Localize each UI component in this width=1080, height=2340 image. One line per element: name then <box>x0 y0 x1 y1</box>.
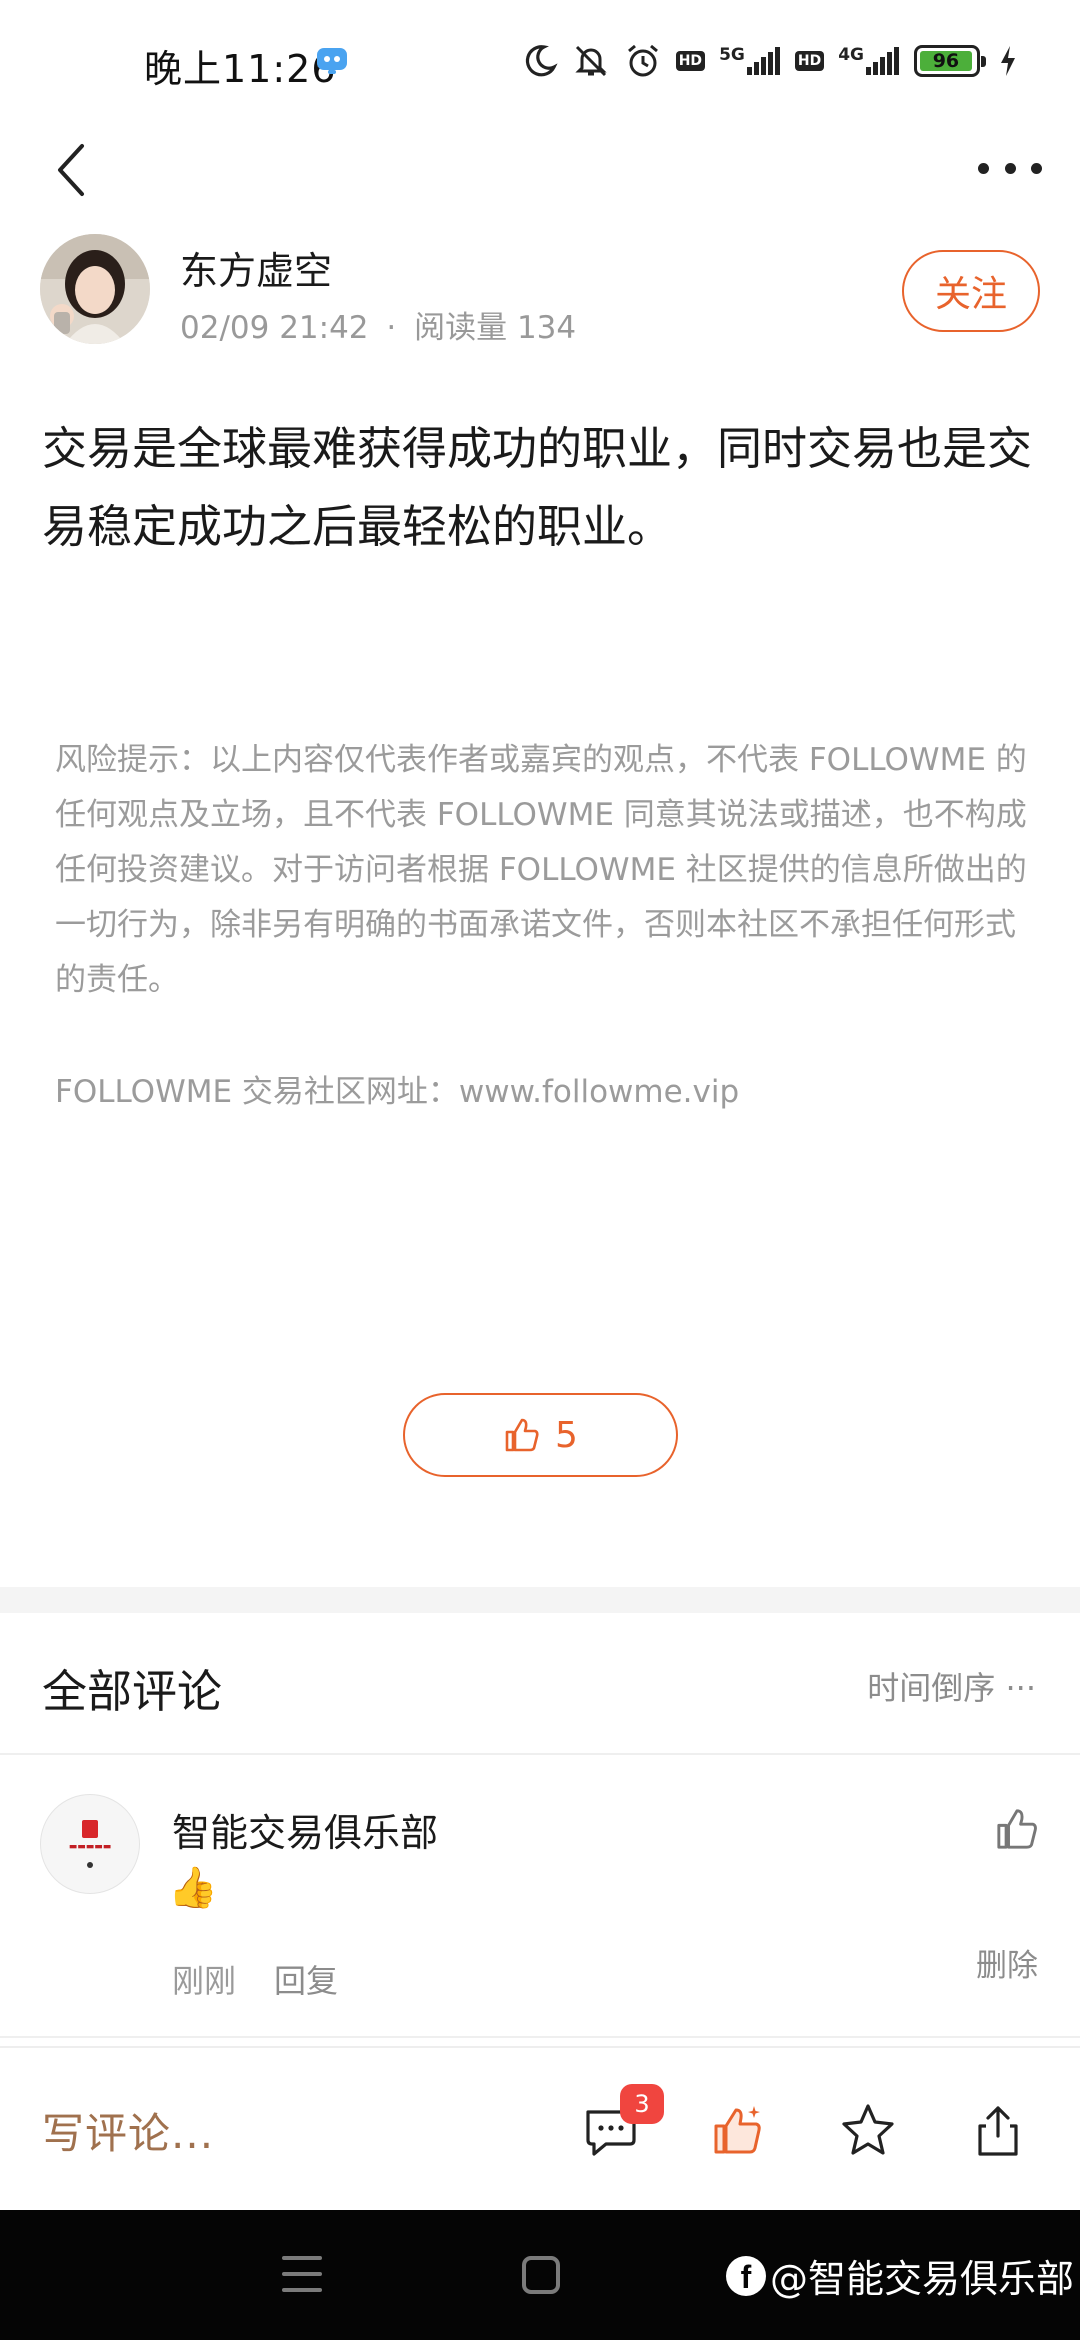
follow-button[interactable]: 关注 <box>902 250 1040 332</box>
author-row: 东方虚空 02/09 21:42 · 阅读量 134 关注 <box>40 234 1040 350</box>
comment-text: 👍 <box>168 1865 218 1911</box>
read-count: 阅读量 134 <box>414 310 577 346</box>
network-4g-label: 4G <box>838 45 864 65</box>
menu-line <box>282 2256 322 2260</box>
post-meta: 02/09 21:42 · 阅读量 134 <box>180 302 576 347</box>
alarm-icon <box>627 44 658 77</box>
dot <box>1031 162 1042 174</box>
system-nav-bar: f @智能交易俱乐部 <box>0 2210 1080 2340</box>
author-name[interactable]: 东方虚空 <box>180 240 332 295</box>
post-content: 交易是全球最难获得成功的职业，同时交易也是交易稳定成功之后最轻松的职业。 <box>42 422 1033 553</box>
status-time: 晚上11:26 <box>144 47 337 91</box>
commenter-name[interactable]: 智能交易俱乐部 <box>172 1802 438 1857</box>
divider <box>0 1753 1080 1755</box>
sort-button[interactable]: 时间倒序 ··· <box>867 1663 1036 1709</box>
thumbs-up-icon <box>505 1418 539 1452</box>
action-bar: 写评论... 3 <box>0 2046 1080 2210</box>
divider <box>0 2036 1080 2038</box>
comments-title: 全部评论 <box>42 1665 223 1718</box>
comments-header: 全部评论 时间倒序 ··· <box>0 1613 1080 1753</box>
facebook-logo-icon: f <box>726 2255 766 2296</box>
like-icon[interactable] <box>708 2100 768 2160</box>
back-arrow-icon[interactable] <box>48 138 98 202</box>
recent-apps-icon[interactable] <box>282 2256 322 2292</box>
moon-icon <box>525 45 558 77</box>
assistant-app-icon <box>317 48 347 74</box>
post-like-button[interactable]: 5 <box>403 1393 678 1477</box>
club-logo: ▬▬▬▬▬ <box>68 1842 112 1852</box>
like-count: 5 <box>555 1414 578 1456</box>
hd-icon: HD <box>675 51 706 71</box>
comment-count-badge: 3 <box>620 2084 664 2124</box>
club-logo-mark <box>82 1820 98 1838</box>
avatar-image <box>40 234 150 344</box>
section-divider <box>0 1587 1080 1613</box>
watermark-text: @智能交易俱乐部 <box>770 2257 1075 2301</box>
risk-notice: 风险提示：以上内容仅代表作者或嘉宾的观点，不代表 FOLLOWME 的任何观点及… <box>55 742 1027 998</box>
more-dots-icon[interactable] <box>978 152 1042 184</box>
battery-icon: 96 <box>914 45 986 77</box>
write-comment-input[interactable]: 写评论... <box>42 2100 214 2161</box>
battery-level: 96 <box>920 50 972 72</box>
favorite-star-icon[interactable] <box>838 2100 898 2160</box>
comment-like-icon[interactable] <box>994 1806 1040 1852</box>
meta-separator: · <box>386 310 397 346</box>
site-link-text: FOLLOWME 交易社区网址：www.followme.vip <box>55 1074 740 1110</box>
dot <box>1004 162 1016 174</box>
commenter-avatar[interactable]: ▬▬▬▬▬ <box>40 1794 140 1894</box>
share-icon[interactable] <box>968 2100 1028 2160</box>
post-date: 02/09 21:42 <box>180 310 369 346</box>
author-avatar[interactable] <box>40 234 150 344</box>
top-nav <box>0 130 1080 210</box>
menu-line <box>282 2272 322 2276</box>
home-button-icon[interactable] <box>522 2256 560 2294</box>
dot <box>978 162 989 174</box>
menu-line <box>282 2288 322 2292</box>
charging-icon <box>1001 46 1015 76</box>
logo-dot <box>87 1862 93 1868</box>
signal-4g: 4G <box>838 47 900 75</box>
comment-item: ▬▬▬▬▬ 智能交易俱乐部 👍 刚刚 回复 删除 <box>0 1760 1080 2040</box>
signal-icon-2 <box>866 47 899 75</box>
signal-5g: 5G <box>719 47 781 75</box>
watermark: f @智能交易俱乐部 <box>726 2248 1074 2303</box>
hd-icon-2: HD <box>794 51 825 71</box>
signal-icon <box>746 47 780 75</box>
network-5g-label: 5G <box>719 45 745 65</box>
delete-button[interactable]: 删除 <box>976 1940 1038 1985</box>
status-icons: HD 5G HD 4G 96 <box>522 38 1018 84</box>
reply-button[interactable]: 回复 <box>274 1956 338 2002</box>
comment-time: 刚刚 <box>172 1962 237 2000</box>
status-bar: 晚上11:26 HD 5G HD 4G 96 <box>0 0 1080 120</box>
mute-icon <box>575 45 607 77</box>
